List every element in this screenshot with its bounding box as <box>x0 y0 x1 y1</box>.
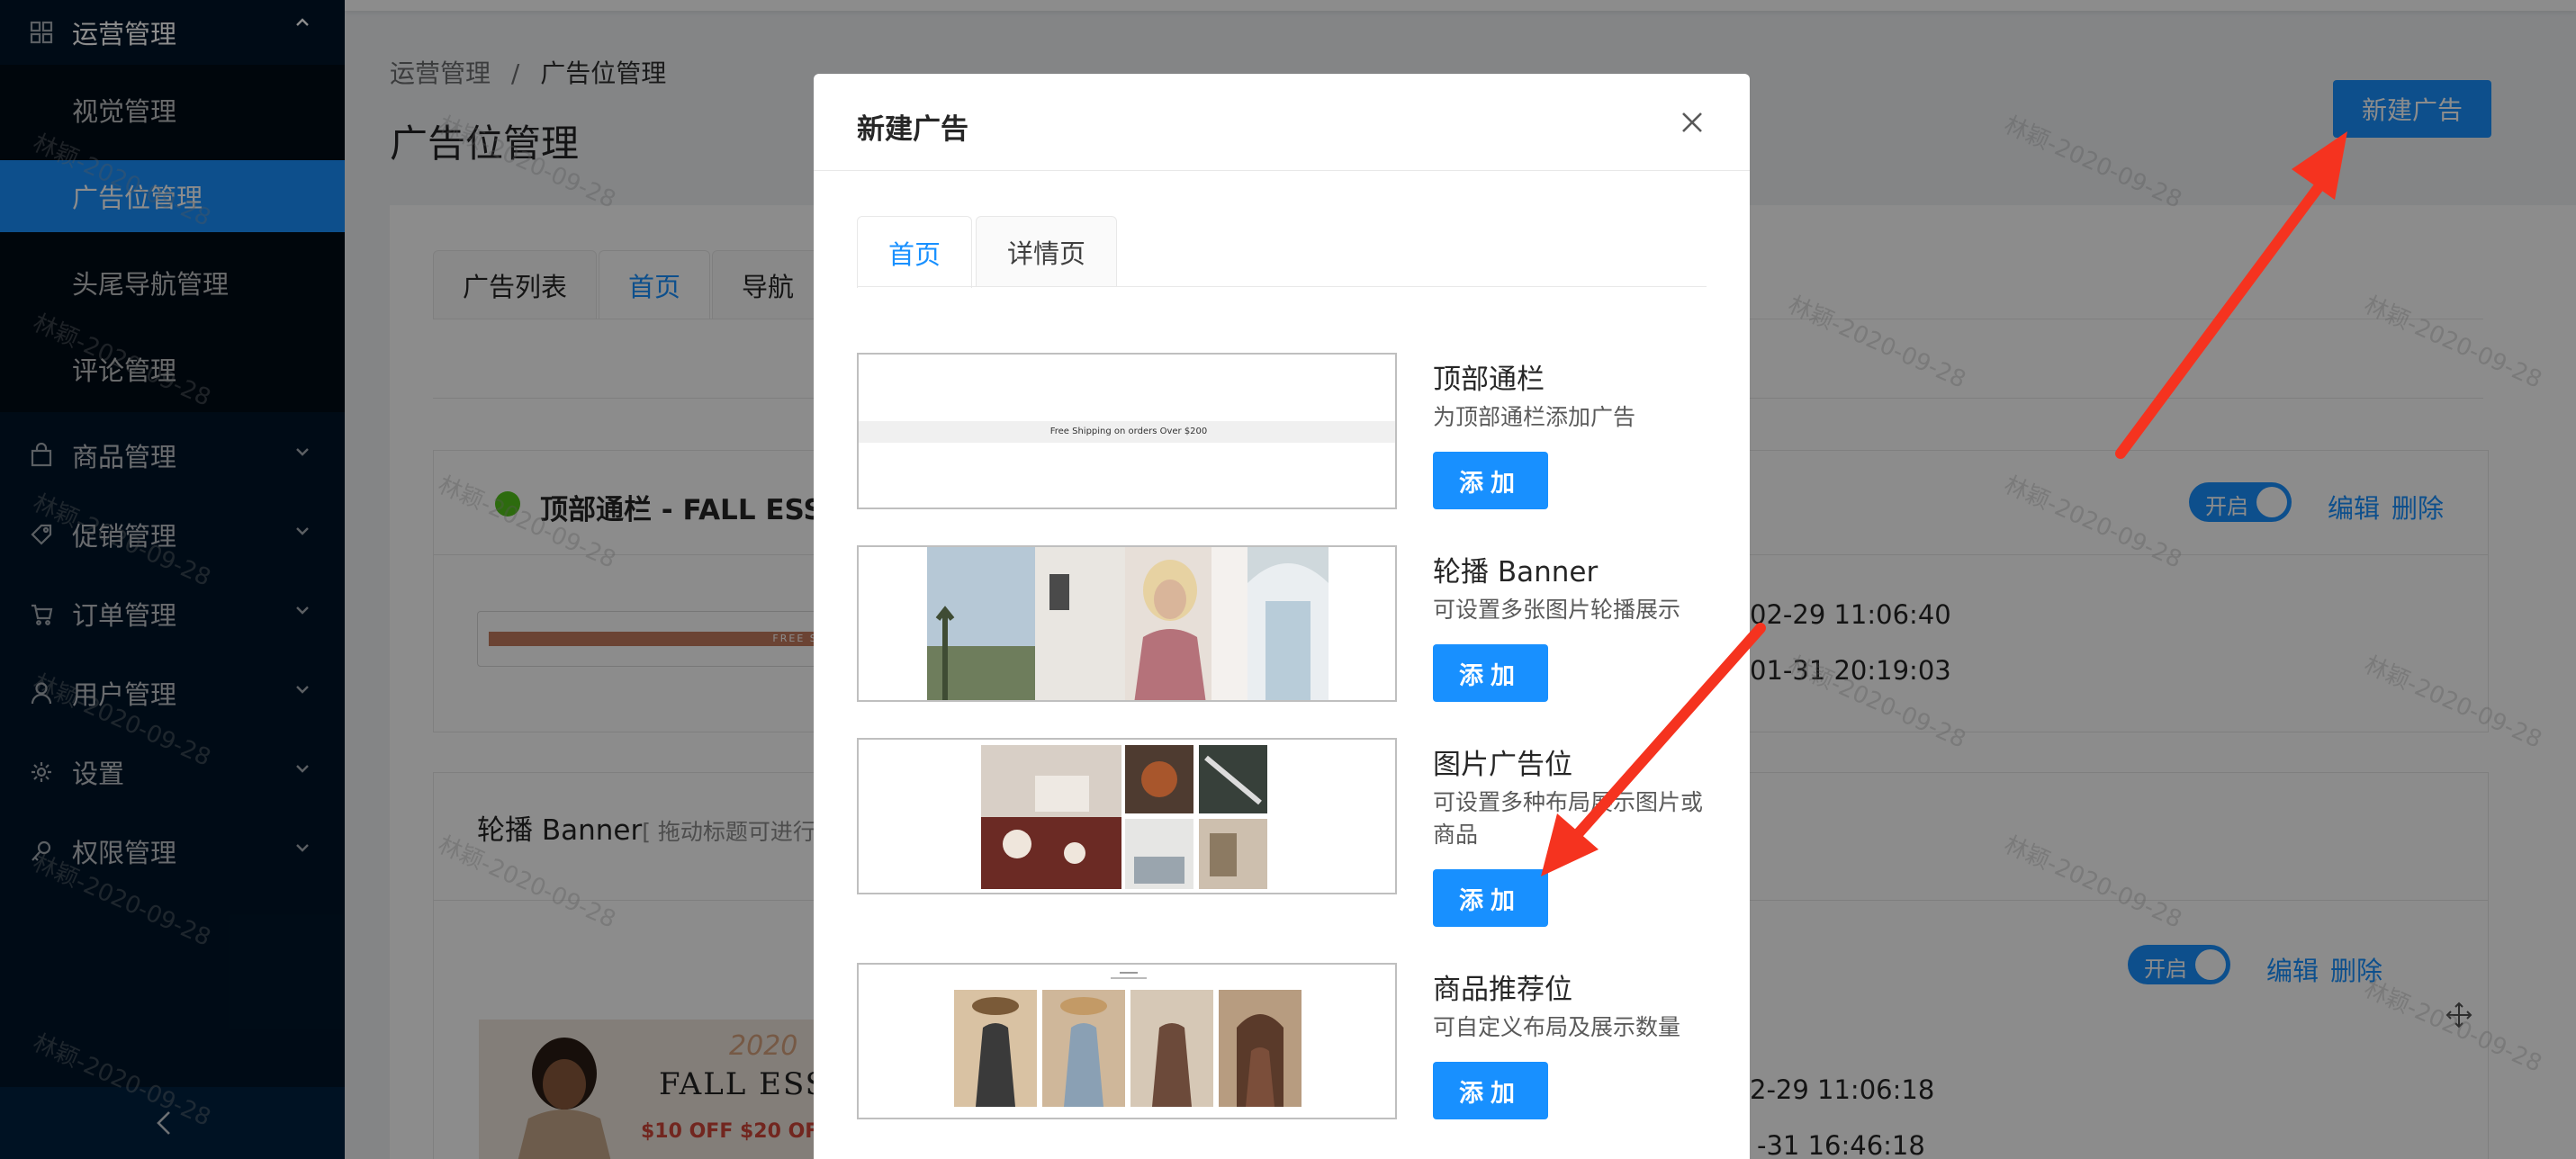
annotation-arrows <box>1541 131 2347 876</box>
arrow-to-add-button-icon <box>1541 623 1766 876</box>
arrow-to-new-ad-button-icon <box>2115 131 2347 459</box>
